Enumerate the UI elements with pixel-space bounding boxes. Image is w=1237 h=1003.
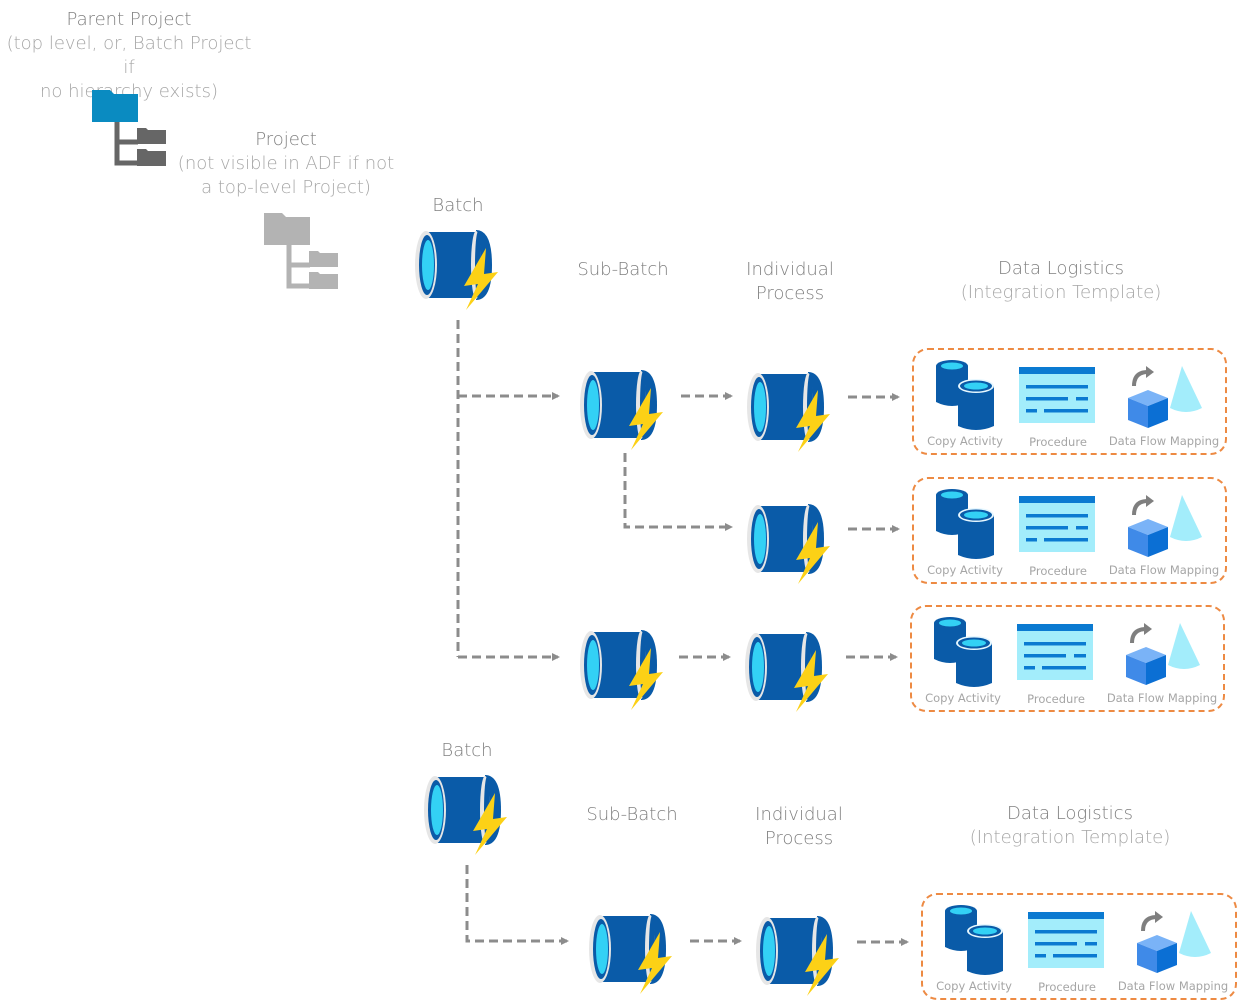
copy-activity-caption: Copy Activity [927, 563, 1003, 577]
batch-pipeline-icon-1 [415, 230, 498, 310]
procedure-icon [1017, 624, 1093, 680]
integration-template-box-3: Copy Activity Procedure Data Flow Mappin… [910, 605, 1225, 712]
data-flow-mapping-icon [1128, 495, 1202, 557]
procedure-caption: Procedure [1027, 692, 1085, 706]
copy-activity-icon [945, 905, 1003, 975]
sub-batch-pipeline-icon-1 [580, 370, 663, 450]
copy-activity-caption: Copy Activity [936, 979, 1012, 993]
procedure-caption: Procedure [1038, 980, 1096, 994]
data-flow-mapping-icon [1137, 911, 1211, 973]
individual-process-pipeline-icon-2 [747, 504, 830, 584]
copy-activity-icon [934, 617, 992, 687]
data-flow-mapping-caption: Data Flow Mapping [1108, 563, 1220, 577]
copy-activity-caption: Copy Activity [927, 434, 1003, 448]
procedure-icon [1028, 912, 1104, 968]
procedure-icon [1019, 367, 1095, 423]
procedure-icon [1019, 496, 1095, 552]
sub-batch-pipeline-icon-2 [580, 630, 663, 710]
data-flow-mapping-icon [1128, 366, 1202, 428]
data-flow-mapping-caption: Data Flow Mapping [1106, 691, 1218, 705]
batch-pipeline-icon-2 [424, 775, 507, 855]
copy-activity-caption: Copy Activity [925, 691, 1001, 705]
sub-batch-pipeline-icon-3 [589, 914, 672, 994]
integration-template-box-1: Copy Activity Procedure Data Flow Mappin… [912, 348, 1227, 455]
connector-sub1-to-proc2 [623, 453, 733, 531]
copy-activity-icon [936, 360, 994, 430]
procedure-caption: Procedure [1029, 435, 1087, 449]
integration-template-box-4: Copy Activity Procedure Data Flow Mappin… [921, 893, 1237, 1000]
individual-process-pipeline-icon-1 [747, 372, 830, 452]
copy-activity-icon [936, 489, 994, 559]
integration-template-box-2: Copy Activity Procedure Data Flow Mappin… [912, 477, 1227, 584]
individual-process-pipeline-icon-4 [756, 916, 839, 996]
individual-process-pipeline-icon-3 [745, 632, 828, 712]
data-flow-mapping-icon [1126, 623, 1200, 685]
data-flow-mapping-caption: Data Flow Mapping [1108, 434, 1220, 448]
procedure-caption: Procedure [1029, 564, 1087, 578]
connector-batch2-trunk [465, 865, 569, 945]
data-flow-mapping-caption: Data Flow Mapping [1117, 979, 1229, 993]
